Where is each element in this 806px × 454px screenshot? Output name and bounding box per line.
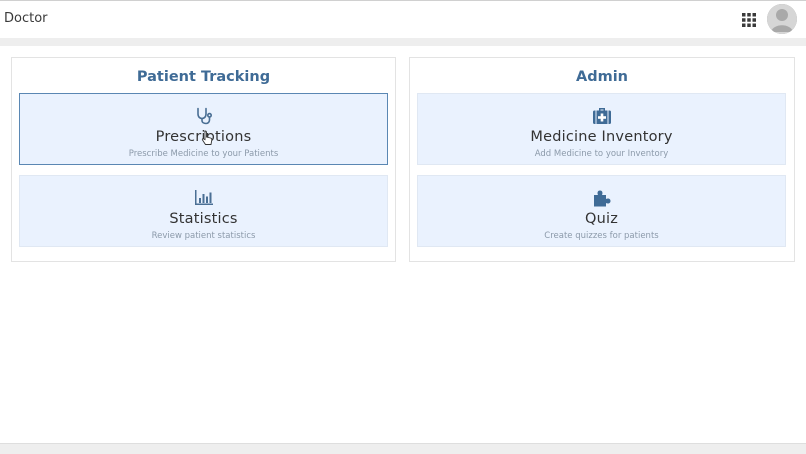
tile-description: Review patient statistics <box>151 231 256 241</box>
medicine-inventory-tile[interactable]: Medicine Inventory Add Medicine to your … <box>417 93 786 165</box>
panel-patient-tracking: Patient Tracking Prescriptions Prescribe… <box>11 57 396 262</box>
tile-description: Prescribe Medicine to your Patients <box>128 149 279 159</box>
tile-label: Statistics <box>169 211 238 227</box>
app-title: Doctor <box>4 11 48 26</box>
user-avatar-icon <box>767 4 797 34</box>
tile-label: Quiz <box>584 211 619 227</box>
tile-label: Medicine Inventory <box>530 129 673 145</box>
grid-apps-icon[interactable] <box>742 13 756 27</box>
panel-title: Admin <box>575 69 628 85</box>
bar-chart-icon <box>194 190 213 205</box>
stethoscope-icon <box>196 107 212 125</box>
quiz-tile[interactable]: Quiz Create quizzes for patients <box>417 175 786 247</box>
prescriptions-tile[interactable]: Prescriptions Prescribe Medicine to your… <box>19 93 388 165</box>
statistics-tile[interactable]: Statistics Review patient statistics <box>19 175 388 247</box>
medical-kit-icon <box>592 108 611 124</box>
bottom-bar <box>0 443 806 454</box>
tile-description: Create quizzes for patients <box>544 231 659 241</box>
mouse-pointer-icon <box>201 130 213 145</box>
puzzle-icon <box>593 190 610 207</box>
header-divider <box>0 38 806 46</box>
user-avatar[interactable] <box>767 4 797 34</box>
top-bar: Doctor <box>0 0 806 38</box>
tile-description: Add Medicine to your Inventory <box>534 149 669 159</box>
panel-admin: Admin Medicine Inventory Add Medicine to… <box>409 57 795 262</box>
panel-title: Patient Tracking <box>136 69 271 85</box>
